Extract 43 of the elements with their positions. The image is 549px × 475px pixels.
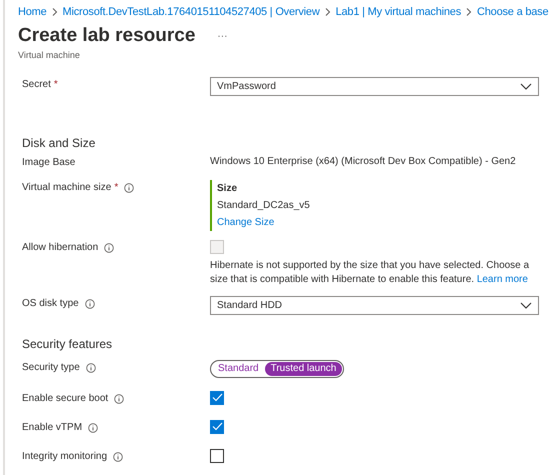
checkbox[interactable]	[210, 390, 224, 404]
breadcrumb-link[interactable]: Home	[18, 4, 47, 20]
hint-text: Hibernate is not supported by the size that you have selected. Choose a size that is compatible with Hibernate to enable this feature. Learn more	[210, 258, 530, 286]
page-title: Create lab resource	[18, 25, 196, 47]
dropdown-field[interactable]: Standard HDD	[210, 296, 539, 314]
size-heading: Size	[217, 182, 238, 196]
section-heading: Disk and Size	[22, 136, 96, 150]
breadcrumb-link[interactable]: Lab1 | My virtual machines	[336, 4, 461, 20]
breadcrumb-link[interactable]: Choose a base	[477, 4, 548, 20]
change-size-link[interactable]: Change Size	[217, 214, 539, 230]
page-subtitle: Virtual machine	[18, 49, 81, 62]
field-value: Windows 10 Enterprise (x64) (Microsoft Dev Box Compatible) - Gen2	[210, 154, 517, 168]
field-label: Enable secure boot	[22, 392, 108, 406]
toggle-option[interactable]: Standard	[212, 362, 265, 376]
checkbox[interactable]	[210, 448, 224, 462]
info-icon[interactable]	[84, 298, 95, 308]
field-label: OS disk type	[22, 297, 79, 311]
info-icon[interactable]	[88, 422, 98, 432]
section-heading: Security features	[22, 336, 114, 350]
chevron-icon	[466, 8, 472, 16]
chevron-icon	[52, 8, 58, 16]
field-label: Image Base	[22, 156, 76, 170]
field-label: Secret	[22, 78, 51, 92]
field-label: Allow hibernation	[22, 241, 98, 255]
caret-icon	[520, 302, 532, 308]
chevron-icon	[324, 8, 331, 16]
info-icon[interactable]	[114, 394, 124, 404]
dropdown-field[interactable]: VmPassword	[210, 76, 539, 96]
info-icon[interactable]	[113, 452, 124, 462]
required-mark: *	[114, 181, 118, 195]
size-value: Standard_DC2as_v5	[217, 198, 311, 212]
toggle-option[interactable]: Trusted launch	[264, 362, 342, 376]
field-label: Security type	[22, 361, 80, 375]
checkbox[interactable]	[210, 420, 224, 434]
caret-icon	[520, 82, 532, 90]
info-icon[interactable]	[124, 182, 134, 192]
info-icon[interactable]	[86, 362, 96, 372]
more-button[interactable]: ···	[217, 28, 228, 44]
breadcrumb-link[interactable]: Microsoft.DevTestLab.17640151104527405 | Overview	[62, 4, 320, 20]
required-mark: *	[54, 78, 58, 92]
field-label: Integrity monitoring	[22, 450, 108, 464]
field-label: Virtual machine size	[22, 181, 112, 195]
field-label: Enable vTPM	[22, 421, 82, 435]
